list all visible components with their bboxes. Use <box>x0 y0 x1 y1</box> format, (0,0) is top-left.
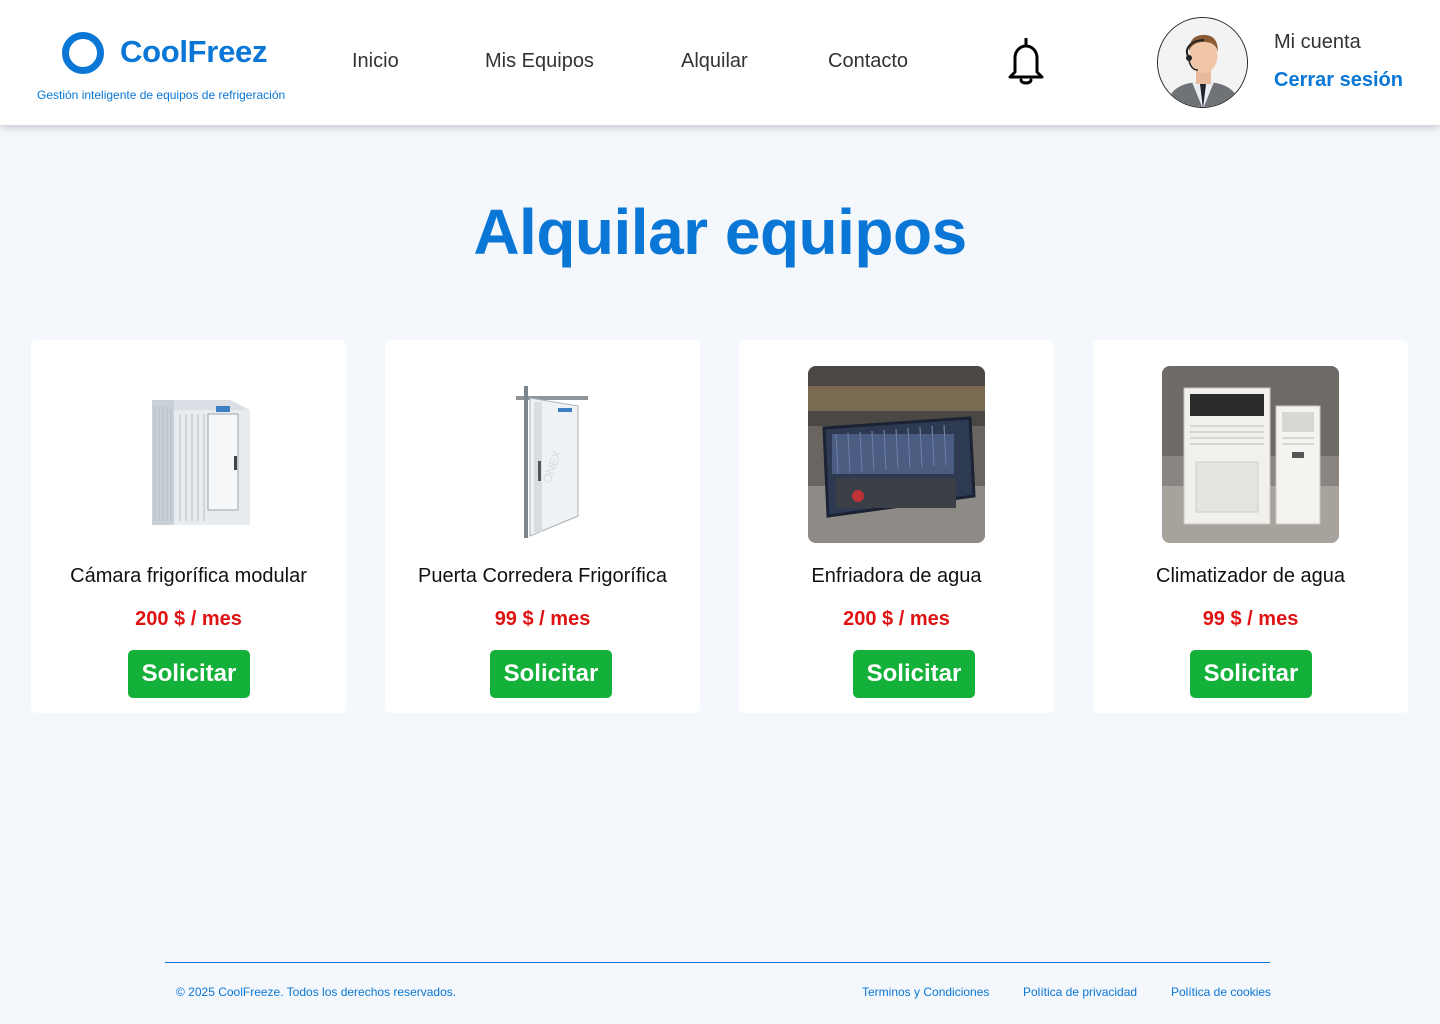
site-header: CoolFreez Gestión inteligente de equipos… <box>0 0 1440 125</box>
product-price: 99 $ / mes <box>494 608 591 630</box>
account-label[interactable]: Mi cuenta <box>1274 31 1361 54</box>
page-title: Alquilar equipos <box>473 196 967 268</box>
product-card: Enfriadora de agua 200 $ / mes Solicitar <box>739 340 1054 713</box>
logo-ring-icon <box>62 32 104 74</box>
water-cooler-image <box>1162 366 1339 543</box>
footer-divider <box>165 962 1270 963</box>
brand-logo[interactable]: CoolFreez Gestión inteligente de equipos… <box>37 28 307 108</box>
product-price: 99 $ / mes <box>1202 608 1299 630</box>
product-card: ONEX Puerta Corredera Frigorífica 99 $ /… <box>385 340 700 713</box>
product-name: Puerta Corredera Frigorífica <box>418 565 667 587</box>
user-avatar[interactable] <box>1157 17 1248 108</box>
nav-item-inicio[interactable]: Inicio <box>352 50 399 73</box>
product-price: 200 $ / mes <box>843 608 950 630</box>
product-name: Cámara frigorífica modular <box>70 565 307 587</box>
product-price: 200 $ / mes <box>135 608 242 630</box>
nav-item-contacto[interactable]: Contacto <box>828 50 908 73</box>
cold-room-image <box>100 366 277 543</box>
bell-icon[interactable] <box>1003 36 1049 88</box>
water-chiller-image <box>808 366 985 543</box>
brand-tagline: Gestión inteligente de equipos de refrig… <box>37 88 286 102</box>
sliding-door-image: ONEX <box>454 366 631 543</box>
request-button[interactable]: Solicitar <box>490 650 612 698</box>
request-button[interactable]: Solicitar <box>1190 650 1312 698</box>
request-button[interactable]: Solicitar <box>853 650 975 698</box>
product-name: Enfriadora de agua <box>811 565 982 587</box>
nav-item-mis-equipos[interactable]: Mis Equipos <box>485 50 594 73</box>
footer-copyright: © 2025 CoolFreeze. Todos los derechos re… <box>176 985 457 999</box>
brand-name: CoolFreez <box>120 34 268 69</box>
product-name: Climatizador de agua <box>1156 565 1345 587</box>
footer-link-cookies[interactable]: Política de cookies <box>1171 985 1271 999</box>
nav-item-alquilar[interactable]: Alquilar <box>681 50 748 73</box>
footer-link-privacy[interactable]: Política de privacidad <box>1023 985 1137 999</box>
footer-link-terms[interactable]: Terminos y Condiciones <box>862 985 989 999</box>
logout-link[interactable]: Cerrar sesión <box>1274 69 1403 92</box>
product-card: Climatizador de agua 99 $ / mes Solicita… <box>1093 340 1408 713</box>
product-card: Cámara frigorífica modular 200 $ / mes S… <box>31 340 346 713</box>
request-button[interactable]: Solicitar <box>128 650 250 698</box>
